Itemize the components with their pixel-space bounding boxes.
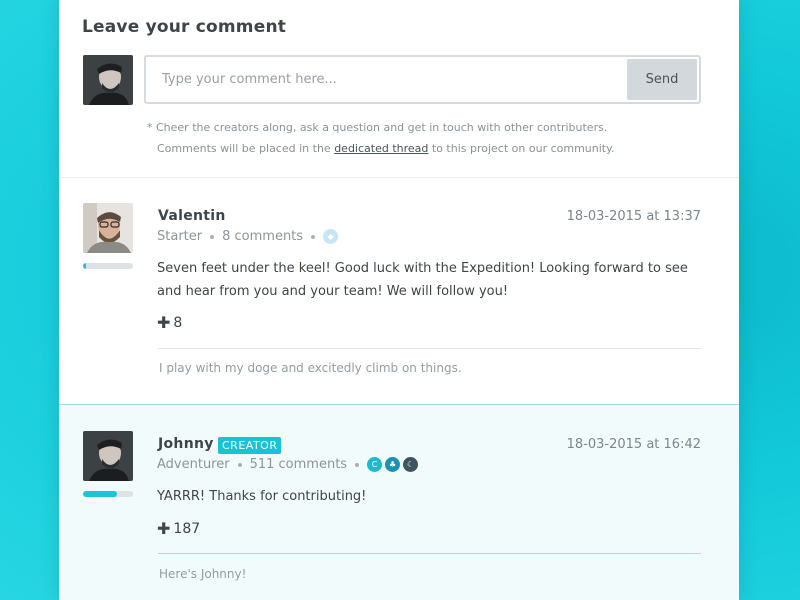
progress-bar [83,263,133,269]
separator-dot [237,462,242,467]
note-text-end: to this project on our community. [428,142,615,155]
dedicated-thread-link[interactable]: dedicated thread [334,142,428,155]
moon-icon: ☾ [403,457,419,472]
separator-dot [355,462,360,467]
author-rank: Starter [157,229,203,244]
send-button[interactable]: Send [627,59,697,100]
author-meta: Starter 8 comments ◆ [157,229,341,244]
comment-count: 511 comments [249,457,348,472]
note-line-2: Comments will be placed in the dedicated… [147,138,615,159]
note-line-1: * Cheer the creators along, ask a questi… [147,121,608,134]
comment-item: Johnny CREATOR 18-03-2015 at 16:42 Adven… [59,405,739,600]
comment-form: Send [144,55,701,104]
author-signature: I play with my doge and excitedly climb … [159,361,462,375]
comments-panel: Leave your comment Send * Cheer the crea… [59,0,739,600]
comment-item: Valentin 18-03-2015 at 13:37 Starter 8 c… [59,178,739,405]
author-name[interactable]: Valentin [158,208,226,224]
progress-bar [83,491,133,497]
author-meta: Adventurer 511 comments C ♣ ☾ [157,457,421,472]
club-icon: ♣ [385,457,401,472]
separator-dot [210,234,215,239]
progress-fill [83,263,86,269]
vote-button[interactable]: ✚ 187 [157,519,201,538]
diamond-icon: ◆ [323,229,339,244]
vote-button[interactable]: ✚ 8 [157,313,183,332]
avatar [83,203,133,253]
progress-fill [83,491,117,497]
plus-icon: ✚ [157,519,171,538]
creator-badge: CREATOR [218,437,282,454]
comment-body: YARRR! Thanks for contributing! [157,489,367,504]
divider [158,348,701,349]
plus-icon: ✚ [157,313,171,332]
author-name[interactable]: Johnny [158,436,214,452]
divider [158,553,701,554]
comment-date: 18-03-2015 at 13:37 [566,209,701,224]
c-badge-icon: C [367,457,383,472]
author-signature: Here's Johnny! [159,567,247,581]
current-user-avatar [83,55,133,105]
compose-section: Leave your comment Send * Cheer the crea… [59,0,739,178]
separator-dot [311,234,316,239]
comment-body: Seven feet under the keel! Good luck wit… [157,261,688,299]
vote-count: 8 [173,315,183,331]
note-text: Comments will be placed in the [157,142,335,155]
vote-count: 187 [173,521,201,537]
comment-date: 18-03-2015 at 16:42 [566,437,701,452]
comment-note: * Cheer the creators along, ask a questi… [147,117,615,159]
avatar [83,431,133,481]
compose-title: Leave your comment [82,17,287,37]
comment-count: 8 comments [222,229,304,244]
author-rank: Adventurer [157,457,230,472]
comment-input[interactable] [146,57,626,102]
